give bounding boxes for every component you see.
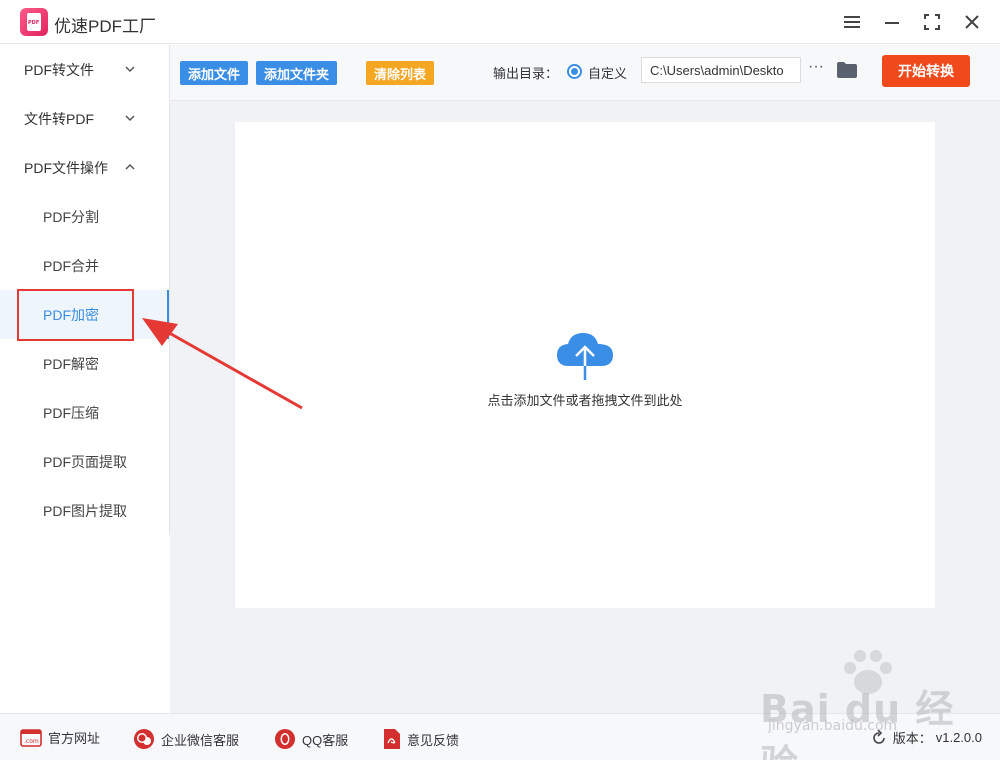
sidebar-group-label: PDF转文件 [24, 61, 94, 78]
clear-list-button[interactable]: 清除列表 [366, 61, 435, 85]
sidebar-item-label: PDF解密 [43, 355, 99, 372]
footer: .com 官方网址 企业微信客服 QQ客服 意见反馈 版本： v1.2.0.0 [0, 713, 1000, 760]
sidebar-empty-area [0, 535, 170, 713]
chevron-up-icon [125, 163, 135, 170]
feedback-link[interactable]: 意见反馈 [383, 728, 459, 750]
sidebar-item-label: PDF图片提取 [43, 502, 127, 519]
sidebar-item-pdf-split[interactable]: PDF分割 [0, 192, 169, 241]
sidebar-item-label: PDF页面提取 [43, 453, 127, 470]
add-folder-button[interactable]: 添加文件夹 [256, 61, 338, 85]
sidebar-group-label: PDF文件操作 [24, 159, 108, 176]
wechat-service-link[interactable]: 企业微信客服 [133, 728, 239, 750]
sidebar-item-label: PDF分割 [43, 208, 99, 225]
sidebar-item-pdf-page-extract[interactable]: PDF页面提取 [0, 437, 169, 486]
sidebar: PDF转文件 文件转PDF PDF文件操作 PDF分割 PDF合并 PDF加密 … [0, 45, 170, 535]
version-label: 版本： [892, 731, 932, 746]
sidebar-item-label: PDF加密 [43, 306, 99, 323]
folder-icon[interactable] [836, 60, 858, 80]
app-title: 优速PDF工厂 [54, 17, 156, 36]
close-icon[interactable] [960, 10, 984, 34]
sidebar-group-pdf-to-file[interactable]: PDF转文件 [0, 45, 169, 94]
sidebar-item-pdf-encrypt[interactable]: PDF加密 [0, 290, 169, 339]
sidebar-group-label: 文件转PDF [24, 110, 94, 127]
more-icon[interactable]: ··· [806, 59, 826, 79]
feedback-icon [384, 729, 400, 749]
custom-radio[interactable] [567, 64, 582, 79]
cloud-upload-icon [557, 333, 613, 380]
web-icon: .com [20, 728, 42, 747]
toolbar: 添加文件 添加文件夹 清除列表 输出目录： 自定义 ··· 开始转换 [170, 45, 1000, 101]
sidebar-group-file-to-pdf[interactable]: 文件转PDF [0, 94, 169, 143]
output-dir-label: 输出目录： [493, 66, 559, 81]
maximize-icon[interactable] [920, 10, 944, 34]
refresh-icon[interactable] [871, 729, 887, 746]
sidebar-item-label: PDF压缩 [43, 404, 99, 421]
official-site-link[interactable]: .com 官方网址 [20, 728, 100, 747]
title-bar: PDF 优速PDF工厂 [0, 0, 1000, 44]
sidebar-item-pdf-merge[interactable]: PDF合并 [0, 241, 169, 290]
qq-service-link[interactable]: QQ客服 [274, 728, 348, 750]
sidebar-item-label: PDF合并 [43, 257, 99, 274]
footer-link-label: 官方网址 [48, 731, 101, 746]
app-logo-icon: PDF [20, 8, 48, 36]
drop-zone-text: 点击添加文件或者拖拽文件到此处 [487, 393, 683, 408]
footer-link-label: QQ客服 [302, 732, 349, 748]
sidebar-item-pdf-compress[interactable]: PDF压缩 [0, 388, 169, 437]
custom-radio-label[interactable]: 自定义 [588, 63, 627, 82]
sidebar-item-pdf-decrypt[interactable]: PDF解密 [0, 339, 169, 388]
version-info: 版本： v1.2.0.0 [871, 728, 982, 747]
file-drop-zone[interactable]: 点击添加文件或者拖拽文件到此处 [235, 122, 935, 608]
footer-link-label: 意见反馈 [407, 732, 460, 748]
chevron-down-icon [125, 66, 135, 73]
output-path-input[interactable] [641, 57, 801, 83]
qq-icon [275, 729, 295, 749]
version-value: v1.2.0.0 [935, 730, 982, 745]
web-icon-text: .com [24, 738, 39, 745]
sidebar-group-pdf-operations[interactable]: PDF文件操作 [0, 143, 169, 192]
menu-icon[interactable] [840, 10, 864, 34]
chevron-down-icon [125, 115, 135, 122]
footer-link-label: 企业微信客服 [161, 732, 240, 748]
wechat-icon [134, 729, 154, 749]
start-convert-button[interactable]: 开始转换 [882, 55, 970, 87]
minimize-icon[interactable] [880, 10, 904, 34]
sidebar-item-pdf-image-extract[interactable]: PDF图片提取 [0, 486, 169, 535]
add-file-button[interactable]: 添加文件 [180, 61, 249, 85]
